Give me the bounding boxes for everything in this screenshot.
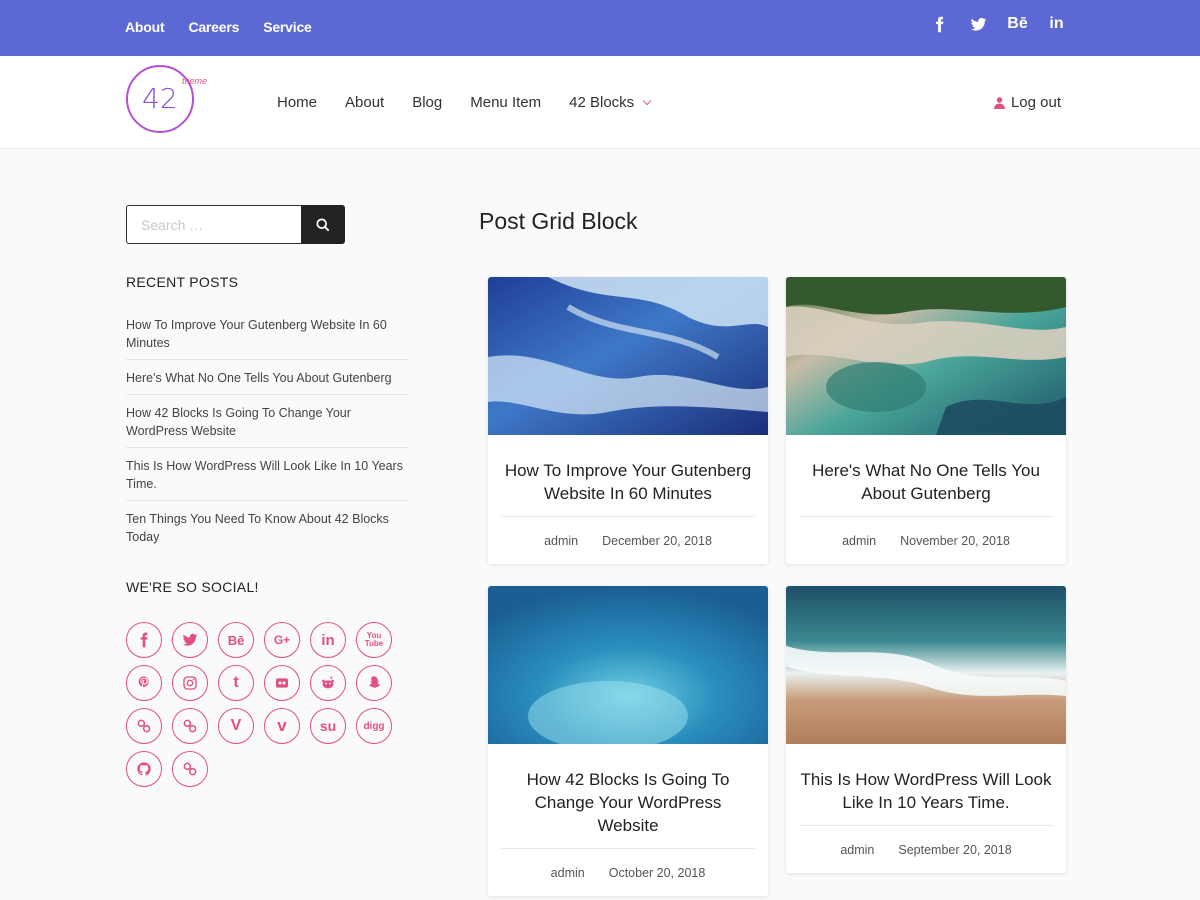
nav-42-blocks[interactable]: 42 Blocks: [569, 94, 652, 111]
recent-post-link[interactable]: This Is How WordPress Will Look Like In …: [126, 457, 409, 501]
instagram-icon[interactable]: [172, 665, 208, 701]
post-card: How 42 Blocks Is Going To Change Your Wo…: [488, 586, 768, 896]
nav-blog[interactable]: Blog: [412, 94, 442, 111]
flickr-icon[interactable]: [264, 665, 300, 701]
link-icon[interactable]: [172, 708, 208, 744]
post-card: Here's What No One Tells You About Guten…: [786, 277, 1066, 564]
logout-label: Log out: [1010, 94, 1061, 111]
facebook-icon[interactable]: [930, 14, 949, 34]
linkedin-icon[interactable]: in: [310, 622, 346, 658]
site-logo[interactable]: 42 theme: [126, 65, 207, 133]
top-nav-service[interactable]: Service: [263, 19, 312, 35]
logout-link[interactable]: Log out: [993, 94, 1061, 111]
vine-icon[interactable]: V: [218, 708, 254, 744]
social-icons-grid: Bē G+ in You Tube t V v su digg: [126, 622, 396, 787]
top-nav: About Careers Service: [125, 19, 312, 35]
post-author[interactable]: admin: [842, 534, 876, 548]
youtube-label-bottom: Tube: [364, 639, 384, 648]
chevron-down-icon: [642, 96, 652, 106]
post-author[interactable]: admin: [840, 843, 874, 857]
post-author[interactable]: admin: [551, 866, 585, 880]
github-icon[interactable]: [126, 751, 162, 787]
post-title[interactable]: This Is How WordPress Will Look Like In …: [786, 749, 1066, 825]
tumblr-icon[interactable]: t: [218, 665, 254, 701]
reddit-icon[interactable]: [310, 665, 346, 701]
post-card: How To Improve Your Gutenberg Website In…: [488, 277, 768, 564]
search-icon: [316, 217, 330, 231]
recent-post-link[interactable]: Here's What No One Tells You About Guten…: [126, 369, 409, 395]
snapchat-icon[interactable]: [356, 665, 392, 701]
post-author[interactable]: admin: [544, 534, 578, 548]
site-header: 42 theme Home About Blog Menu Item 42 Bl…: [0, 56, 1200, 149]
post-date[interactable]: October 20, 2018: [609, 866, 706, 880]
linkedin-icon[interactable]: in: [1047, 14, 1066, 34]
social-title: WE'RE SO SOCIAL!: [126, 579, 259, 595]
google-plus-icon[interactable]: G+: [264, 622, 300, 658]
nav-42-blocks-label: 42 Blocks: [569, 94, 635, 111]
facebook-icon[interactable]: [126, 622, 162, 658]
search-input[interactable]: [126, 205, 302, 244]
post-title[interactable]: Here's What No One Tells You About Guten…: [786, 440, 1066, 516]
behance-icon[interactable]: Bē: [1007, 14, 1027, 34]
behance-icon[interactable]: Bē: [218, 622, 254, 658]
post-date[interactable]: December 20, 2018: [602, 534, 712, 548]
nav-home[interactable]: Home: [277, 94, 317, 111]
page-title: Post Grid Block: [479, 208, 638, 234]
post-image[interactable]: [786, 586, 1066, 744]
search-button[interactable]: [301, 205, 345, 244]
twitter-icon[interactable]: [172, 622, 208, 658]
recent-post-link[interactable]: How To Improve Your Gutenberg Website In…: [126, 316, 409, 360]
post-image[interactable]: [786, 277, 1066, 435]
post-meta: admin December 20, 2018: [488, 517, 768, 564]
youtube-icon[interactable]: You Tube: [356, 622, 392, 658]
post-image[interactable]: [488, 586, 768, 751]
search-form: [126, 205, 345, 244]
post-date[interactable]: November 20, 2018: [900, 534, 1010, 548]
post-meta: admin September 20, 2018: [786, 826, 1066, 873]
digg-icon[interactable]: digg: [356, 708, 392, 744]
post-title[interactable]: How To Improve Your Gutenberg Website In…: [488, 440, 768, 516]
logo-number: 42: [142, 82, 178, 115]
post-title[interactable]: How 42 Blocks Is Going To Change Your Wo…: [488, 749, 768, 848]
main-nav: Home About Blog Menu Item 42 Blocks: [277, 94, 652, 111]
top-nav-about[interactable]: About: [125, 19, 165, 35]
post-card: This Is How WordPress Will Look Like In …: [786, 586, 1066, 873]
post-meta: admin November 20, 2018: [786, 517, 1066, 564]
nav-menu-item[interactable]: Menu Item: [470, 94, 541, 111]
recent-posts-list: How To Improve Your Gutenberg Website In…: [126, 316, 409, 562]
vimeo-icon[interactable]: v: [264, 708, 300, 744]
post-date[interactable]: September 20, 2018: [898, 843, 1011, 857]
link-icon[interactable]: [126, 708, 162, 744]
top-bar: About Careers Service Bē in: [0, 0, 1200, 56]
top-social: Bē in: [930, 14, 1066, 34]
post-image[interactable]: [488, 277, 768, 435]
user-icon: [993, 96, 1005, 109]
link-icon[interactable]: [172, 751, 208, 787]
post-meta: admin October 20, 2018: [488, 849, 768, 896]
recent-posts-title: RECENT POSTS: [126, 274, 239, 290]
recent-post-link[interactable]: How 42 Blocks Is Going To Change Your Wo…: [126, 404, 409, 448]
pinterest-icon[interactable]: [126, 665, 162, 701]
twitter-icon[interactable]: [969, 14, 988, 34]
nav-about[interactable]: About: [345, 94, 384, 111]
recent-post-link[interactable]: Ten Things You Need To Know About 42 Blo…: [126, 510, 409, 553]
top-nav-careers[interactable]: Careers: [188, 19, 239, 35]
logo-subtitle: theme: [182, 76, 208, 86]
stumbleupon-icon[interactable]: su: [310, 708, 346, 744]
